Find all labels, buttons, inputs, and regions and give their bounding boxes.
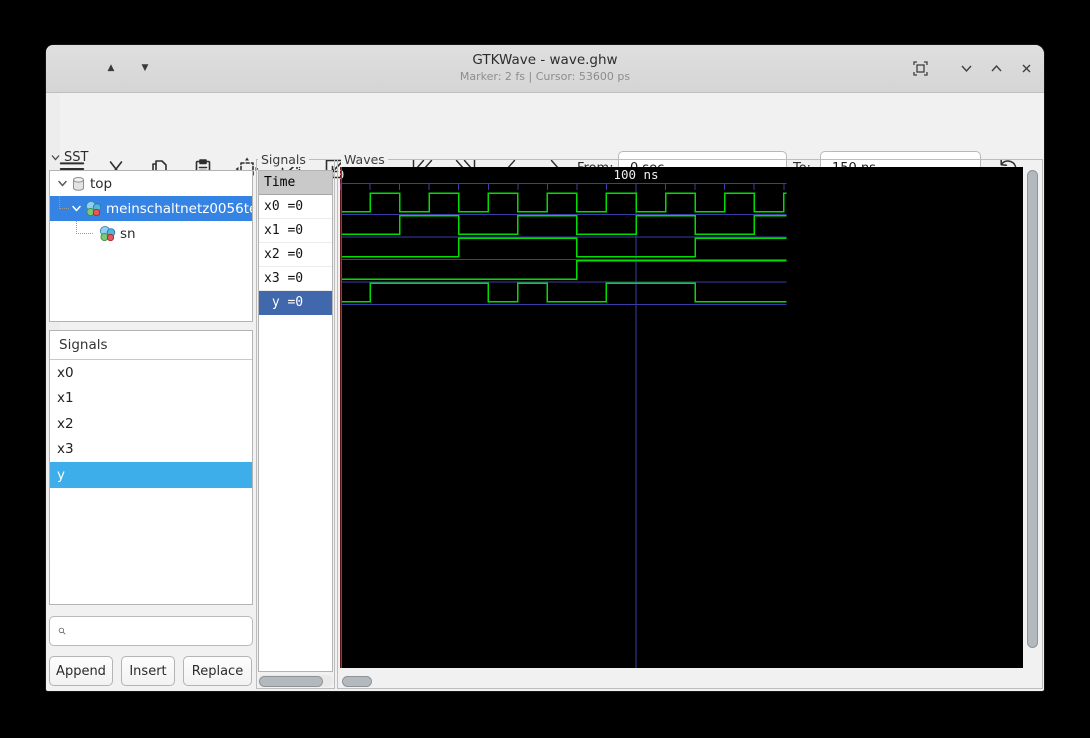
search-icon bbox=[58, 627, 66, 635]
signals-frame-label: Signals bbox=[258, 152, 309, 167]
insert-button-label: Insert bbox=[129, 663, 167, 679]
waveform-trace-x0 bbox=[340, 192, 787, 213]
toolbar: From: To: bbox=[46, 93, 1044, 185]
sst-label: SST bbox=[64, 149, 89, 165]
facility-list-header: Signals bbox=[50, 331, 252, 360]
append-button[interactable]: Append bbox=[49, 656, 113, 686]
titlebar[interactable]: ▲ ▼ GTKWave - wave.ghw Marker: 2 fs | Cu… bbox=[46, 45, 1044, 93]
window-title: GTKWave - wave.ghw bbox=[472, 52, 618, 68]
waveform-trace-x3 bbox=[340, 259, 787, 280]
facility-list: x0 x1 x2 x3 y bbox=[50, 360, 252, 488]
window-subtitle: Marker: 2 fs | Cursor: 53600 ps bbox=[459, 70, 631, 83]
facility-list-item[interactable]: x0 bbox=[50, 360, 252, 386]
desktop-background: ▲ ▼ GTKWave - wave.ghw Marker: 2 fs | Cu… bbox=[0, 0, 1090, 738]
archive-icon bbox=[71, 176, 86, 192]
waves-vscrollbar-thumb[interactable] bbox=[1026, 170, 1038, 648]
chevron-down-icon bbox=[51, 154, 60, 160]
wave-canvas[interactable]: 0 100 ns bbox=[337, 167, 1023, 668]
signal-search-box[interactable] bbox=[49, 616, 253, 646]
expander-icon[interactable] bbox=[55, 177, 69, 191]
close-button[interactable] bbox=[1016, 58, 1036, 78]
waves-frame-label: Waves bbox=[341, 152, 388, 167]
module-icon bbox=[85, 200, 102, 217]
time-header[interactable]: Time bbox=[259, 171, 332, 195]
signal-value-row[interactable]: x1 =0 bbox=[259, 219, 332, 243]
tree-item-label: sn bbox=[120, 225, 136, 242]
tree-item-testbench[interactable]: meinschaltnetz0056testb bbox=[50, 196, 252, 221]
append-button-label: Append bbox=[56, 663, 106, 679]
signal-value-row[interactable]: x0 =0 bbox=[259, 195, 332, 219]
tree-item-label: meinschaltnetz0056testb bbox=[106, 200, 252, 217]
time-ruler: 0 100 ns bbox=[337, 167, 787, 190]
facility-list-item[interactable]: y bbox=[50, 462, 252, 488]
ruler-label: 100 ns bbox=[613, 167, 658, 182]
waveform-trace-x2 bbox=[340, 237, 787, 258]
fullscreen-button[interactable] bbox=[910, 58, 930, 78]
tree-connector bbox=[76, 221, 93, 234]
facility-list-item[interactable]: x1 bbox=[50, 386, 252, 412]
signal-value-row[interactable]: x3 =0 bbox=[259, 267, 332, 291]
waveform-trace-x1 bbox=[340, 214, 787, 235]
tree-item-label: top bbox=[90, 175, 113, 192]
tree-item-top[interactable]: top bbox=[50, 171, 252, 196]
waveform-plot: 0 100 ns bbox=[337, 167, 787, 668]
insert-button[interactable]: Insert bbox=[121, 656, 175, 686]
signals-hscrollbar-thumb[interactable] bbox=[259, 675, 323, 687]
signal-value-rows: x0 =0 x1 =0 x2 =0 x3 =0 y =0 bbox=[259, 195, 332, 315]
replace-button[interactable]: Replace bbox=[183, 656, 252, 686]
waves-hscrollbar-thumb[interactable] bbox=[342, 675, 372, 687]
search-input[interactable] bbox=[72, 622, 252, 640]
minimize-button[interactable] bbox=[956, 58, 976, 78]
gtkwave-window: ▲ ▼ GTKWave - wave.ghw Marker: 2 fs | Cu… bbox=[46, 45, 1044, 691]
waveform-trace-y bbox=[340, 282, 787, 303]
tree-item-sn[interactable]: sn bbox=[50, 221, 252, 246]
chevron-down-icon bbox=[960, 65, 972, 72]
facility-list-item[interactable]: x3 bbox=[50, 437, 252, 463]
facility-list-item[interactable]: x2 bbox=[50, 411, 252, 437]
replace-button-label: Replace bbox=[191, 663, 244, 679]
facility-list-panel: Signals x0 x1 x2 x3 y bbox=[49, 330, 253, 605]
module-icon bbox=[99, 225, 116, 242]
signal-values-panel: Time x0 =0 x1 =0 x2 =0 x3 =0 y =0 bbox=[258, 170, 333, 672]
sst-section-header[interactable]: SST bbox=[50, 149, 88, 165]
expander-icon[interactable] bbox=[69, 202, 83, 216]
chevron-up-icon bbox=[990, 64, 1002, 71]
fullscreen-icon bbox=[912, 60, 928, 76]
close-icon bbox=[1022, 64, 1030, 72]
signal-value-row[interactable]: x2 =0 bbox=[259, 243, 332, 267]
tree-connector bbox=[59, 196, 69, 209]
maximize-button[interactable] bbox=[986, 58, 1006, 78]
signal-value-row[interactable]: y =0 bbox=[259, 291, 332, 315]
sst-tree: top meinschaltnetz0056testb bbox=[49, 170, 253, 322]
